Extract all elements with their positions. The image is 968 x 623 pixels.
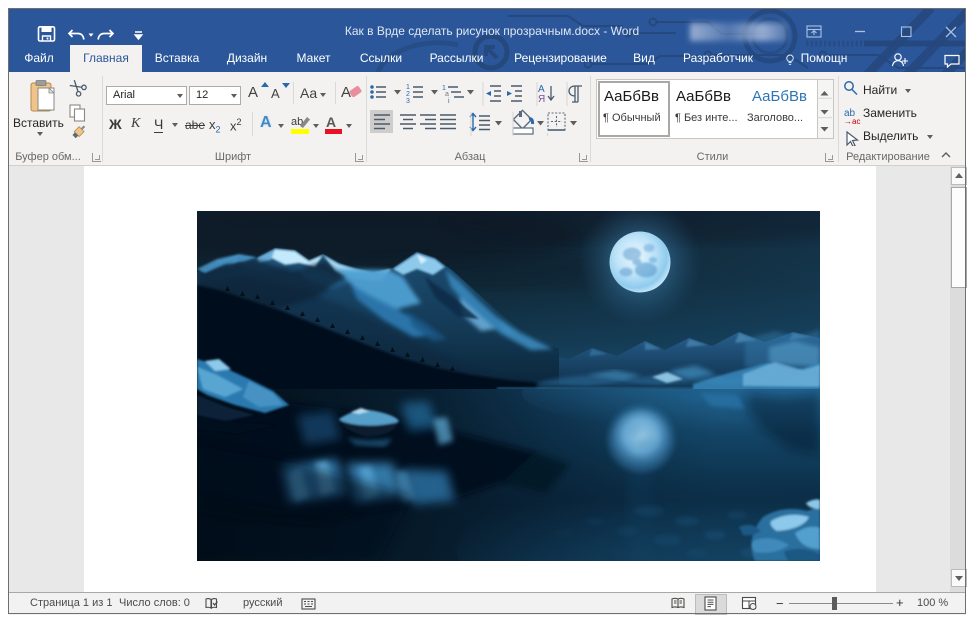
svg-text:→ac: →ac — [844, 117, 860, 126]
svg-text:Я: Я — [538, 94, 545, 105]
svg-text:a: a — [445, 91, 449, 98]
svg-text:i: i — [448, 98, 450, 105]
svg-text:3: 3 — [406, 98, 410, 105]
svg-text:1: 1 — [406, 84, 410, 91]
svg-text:2: 2 — [406, 91, 410, 98]
svg-text:А: А — [326, 114, 336, 130]
